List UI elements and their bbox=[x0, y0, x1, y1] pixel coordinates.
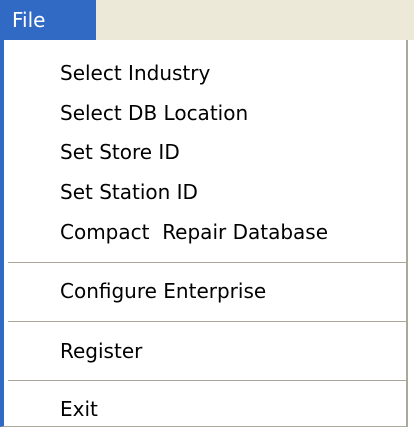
menu-separator bbox=[8, 380, 406, 381]
menu-item-register[interactable]: Register bbox=[60, 337, 142, 365]
file-menu[interactable]: File bbox=[0, 0, 96, 40]
menu-item-select-db-location[interactable]: Select DB Location bbox=[60, 99, 248, 127]
app-window: File Select Industry Select DB Location … bbox=[0, 0, 414, 427]
file-dropdown-menu: Select Industry Select DB Location Set S… bbox=[0, 40, 408, 427]
menu-bar: File bbox=[0, 0, 414, 40]
menu-separator bbox=[8, 262, 406, 263]
menu-item-exit[interactable]: Exit bbox=[60, 395, 98, 423]
menu-item-select-industry[interactable]: Select Industry bbox=[60, 59, 210, 87]
menu-item-set-store-id[interactable]: Set Store ID bbox=[60, 138, 180, 166]
menu-item-compact-repair-database[interactable]: Compact Repair Database bbox=[60, 218, 328, 246]
menu-item-set-station-id[interactable]: Set Station ID bbox=[60, 178, 198, 206]
menu-separator bbox=[8, 321, 406, 322]
menu-item-configure-enterprise[interactable]: Configure Enterprise bbox=[60, 277, 266, 305]
